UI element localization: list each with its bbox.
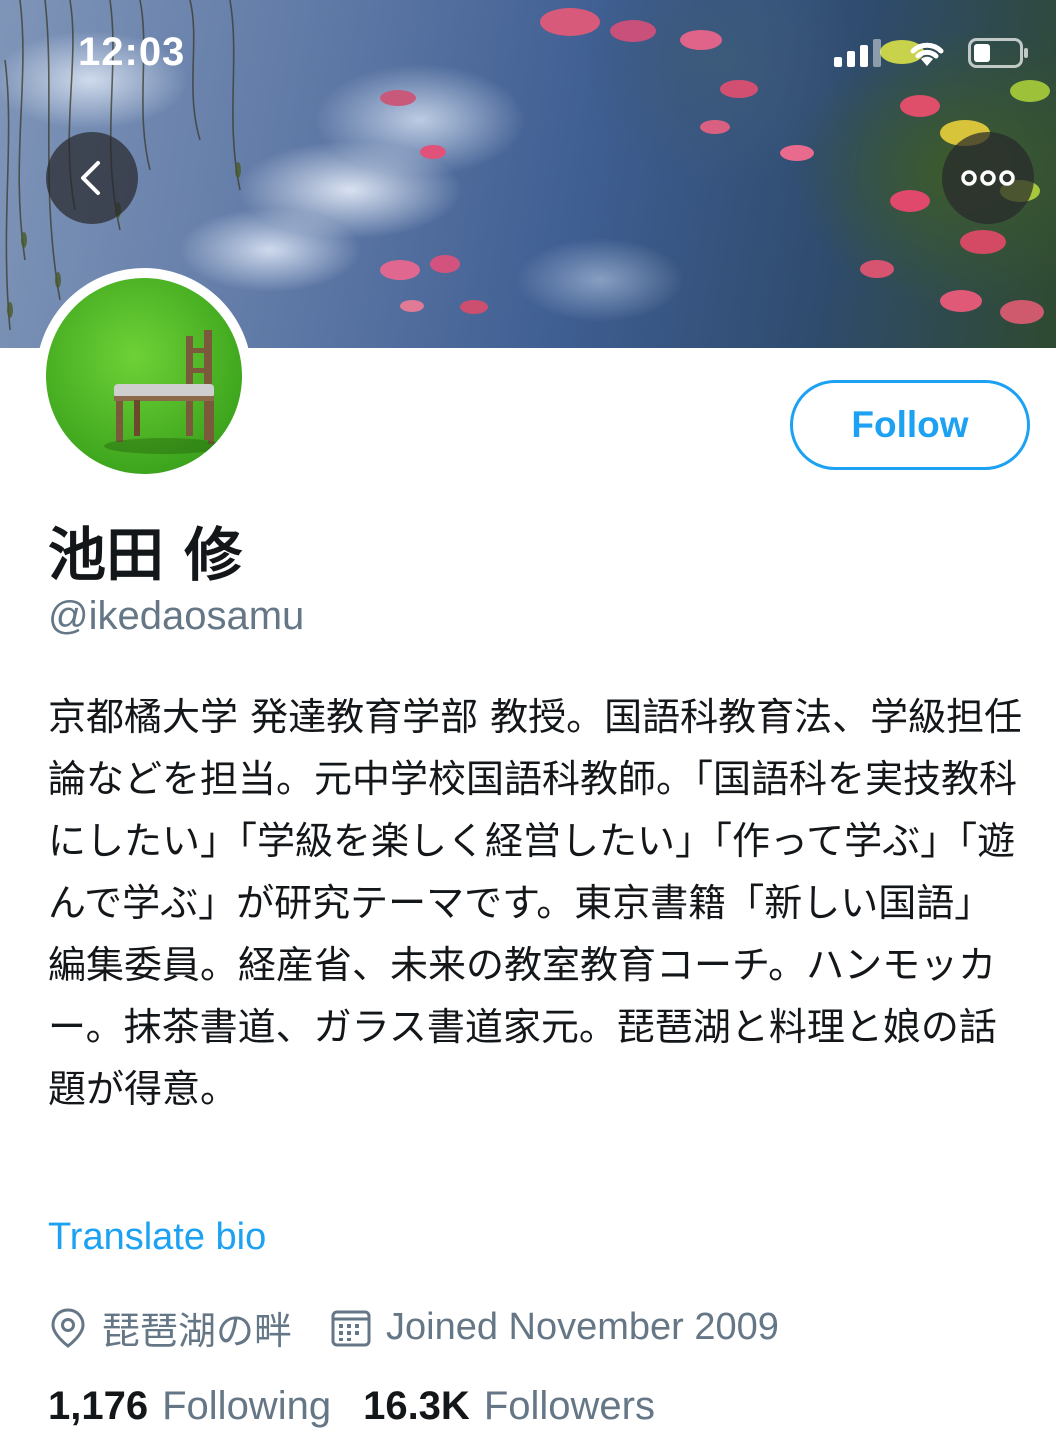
lily-pad: [1010, 80, 1050, 102]
calendar-icon: [331, 1310, 371, 1346]
chevron-left-icon: [81, 161, 100, 195]
lily-pad: [780, 145, 814, 161]
follow-button[interactable]: Follow: [790, 380, 1030, 470]
lily-pad: [380, 260, 420, 280]
lily-pad: [940, 290, 982, 312]
lily-pad: [700, 120, 730, 134]
profile-bio: 京都橘大学 発達教育学部 教授。国語科教育法、学級担任論などを担当。元中学校国語…: [48, 695, 1023, 1111]
cellular-signal-icon: [834, 39, 881, 67]
profile-meta: 琵琶湖の畔 Joined November 2009: [48, 1300, 779, 1355]
lily-pad: [680, 30, 722, 50]
lily-pad: [890, 190, 930, 212]
chair-on-grass-image: [104, 330, 224, 454]
ellipsis-icon: [961, 170, 1015, 186]
lily-pad: [720, 80, 758, 98]
followers-label: Followers: [483, 1384, 655, 1428]
location-item: 琵琶湖の畔: [48, 1300, 292, 1355]
back-button[interactable]: [46, 132, 138, 224]
lily-pad: [380, 90, 416, 106]
location-pin-icon: [51, 1307, 85, 1348]
battery-icon: [968, 38, 1028, 68]
display-name: 池田 修: [48, 521, 243, 589]
profile-screen: 12:03 Follow 池田 修 @ikedaosamu 京都橘大学 発達教育…: [0, 0, 1056, 1432]
location-text: 琵琶湖の畔: [102, 1309, 293, 1353]
lily-pad: [960, 230, 1006, 254]
lily-pad: [860, 260, 894, 278]
lily-pad: [430, 255, 460, 273]
joined-item: Joined November 2009: [330, 1306, 779, 1349]
followers-count: 16.3K: [363, 1384, 470, 1428]
status-time: 12:03: [78, 30, 186, 74]
wifi-icon: [910, 42, 944, 66]
following-count: 1,176: [48, 1384, 149, 1428]
avatar-image: [46, 278, 242, 474]
lily-pad: [420, 145, 446, 159]
joined-date: Joined November 2009: [386, 1306, 779, 1348]
more-options-button[interactable]: [942, 132, 1034, 224]
translate-bio-link[interactable]: Translate bio: [48, 1216, 266, 1259]
lily-pad: [610, 20, 656, 42]
lily-pad: [1000, 300, 1044, 324]
lily-pad: [400, 300, 424, 312]
followers-stat[interactable]: 16.3K Followers: [363, 1384, 655, 1429]
following-stat[interactable]: 1,176 Following: [48, 1384, 331, 1429]
status-icons: [834, 38, 1030, 68]
lily-pad: [900, 95, 940, 117]
profile-avatar[interactable]: [36, 268, 252, 484]
follow-counts: 1,176 Following 16.3K Followers: [48, 1384, 655, 1429]
following-label: Following: [162, 1384, 332, 1428]
user-handle: @ikedaosamu: [48, 594, 305, 638]
lily-pad: [460, 300, 488, 314]
lily-pad: [540, 8, 600, 36]
